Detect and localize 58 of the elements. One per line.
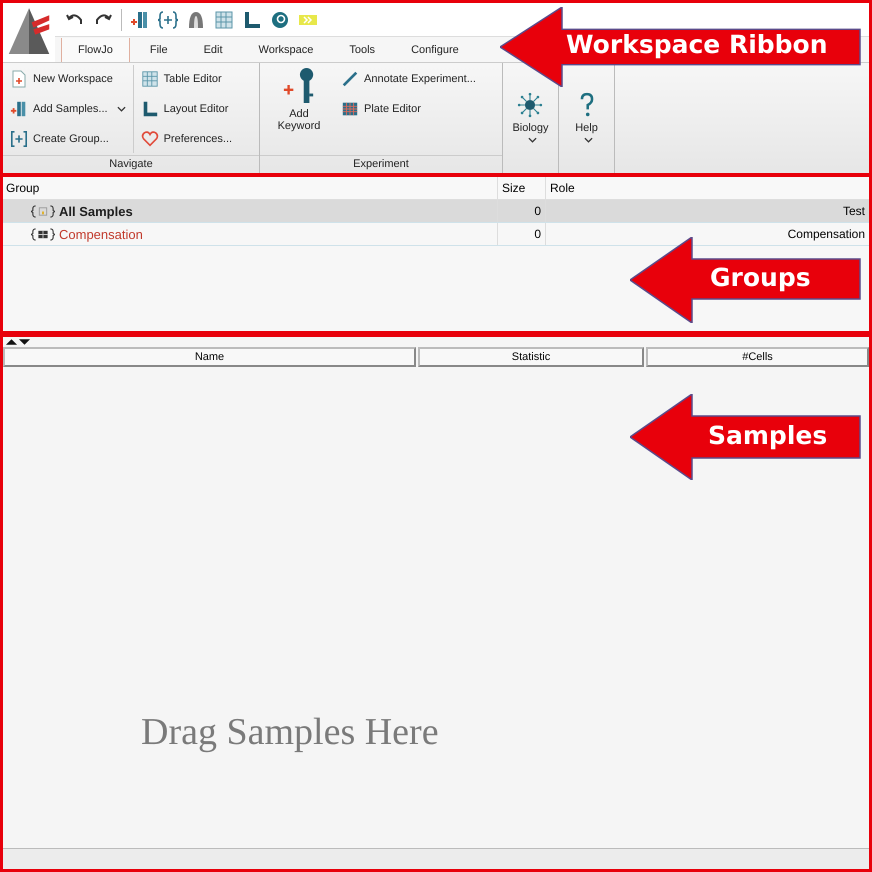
plate-editor-button[interactable]: Plate Editor [338, 95, 479, 123]
column-header[interactable]: Role [545, 177, 869, 199]
chevron-down-icon [116, 106, 126, 112]
ribbon-tab[interactable]: Tools [333, 38, 392, 62]
column-header[interactable]: Statistic [418, 347, 644, 367]
cell-icon [517, 91, 544, 119]
column-header[interactable]: Group [3, 181, 497, 195]
add-tubes-icon[interactable] [130, 10, 150, 30]
ribbon-tab[interactable]: File [134, 38, 184, 62]
table-icon [140, 70, 159, 88]
chevron-down-icon [584, 137, 593, 143]
column-header[interactable]: Size [497, 177, 545, 199]
group-label: Experiment [260, 155, 502, 173]
empty-message: Drag Samples Here [141, 710, 439, 754]
preferences-button[interactable]: Preferences... [138, 125, 236, 153]
chevron-down-icon [528, 137, 537, 143]
grid-icon [341, 100, 359, 118]
heart-icon [140, 130, 159, 148]
circle-icon[interactable] [270, 10, 290, 30]
add-tubes-icon [10, 100, 28, 118]
add-samples-button[interactable]: Add Samples... [7, 95, 129, 123]
group-name: All Samples [59, 204, 133, 218]
group-bracket-icon [31, 204, 55, 218]
bracket-plus-icon[interactable] [158, 10, 178, 30]
column-header[interactable]: Name [3, 347, 416, 367]
column-header[interactable]: #Cells [646, 347, 869, 367]
help-button[interactable]: Help [570, 89, 604, 145]
annotate-experiment-button[interactable]: Annotate Experiment... [338, 65, 479, 93]
group-name: Compensation [59, 226, 143, 242]
document-plus-icon [10, 70, 28, 88]
bracket-plus-icon [10, 130, 28, 148]
table-cell: Test [545, 200, 869, 222]
add-keyword-button[interactable]: Add Keyword [264, 65, 334, 153]
ribbon-tab[interactable]: Edit [188, 38, 239, 62]
table-cell: 0 [497, 200, 545, 222]
group-row[interactable]: All Samples 0 Test [3, 200, 869, 223]
create-group-button[interactable]: Create Group... [7, 125, 129, 153]
biology-button[interactable]: Biology [508, 89, 553, 145]
callout-label: Samples [708, 421, 828, 450]
ribbon-tab[interactable]: Workspace [242, 38, 330, 62]
layout-icon[interactable] [242, 10, 262, 30]
group-label: Navigate [3, 155, 259, 173]
table-icon[interactable] [214, 10, 234, 30]
callout-label: Workspace Ribbon [566, 30, 828, 59]
layout-icon [140, 100, 159, 118]
table-editor-button[interactable]: Table Editor [138, 65, 236, 93]
layout-editor-button[interactable]: Layout Editor [138, 95, 236, 123]
key-plus-icon [282, 67, 316, 105]
splitter-arrows-icon[interactable] [5, 338, 31, 346]
group-row[interactable]: Compensation 0 Compensation [3, 223, 869, 246]
new-workspace-button[interactable]: New Workspace [7, 65, 129, 93]
pencil-icon [341, 70, 359, 88]
group-bracket-icon [31, 228, 55, 240]
ribbon-tab[interactable]: FlowJo [61, 38, 130, 62]
callout-label: Groups [710, 263, 811, 292]
ribbon-tab[interactable]: Configure [395, 38, 475, 62]
gate-icon[interactable] [186, 10, 206, 30]
table-cell: 0 [497, 223, 545, 245]
